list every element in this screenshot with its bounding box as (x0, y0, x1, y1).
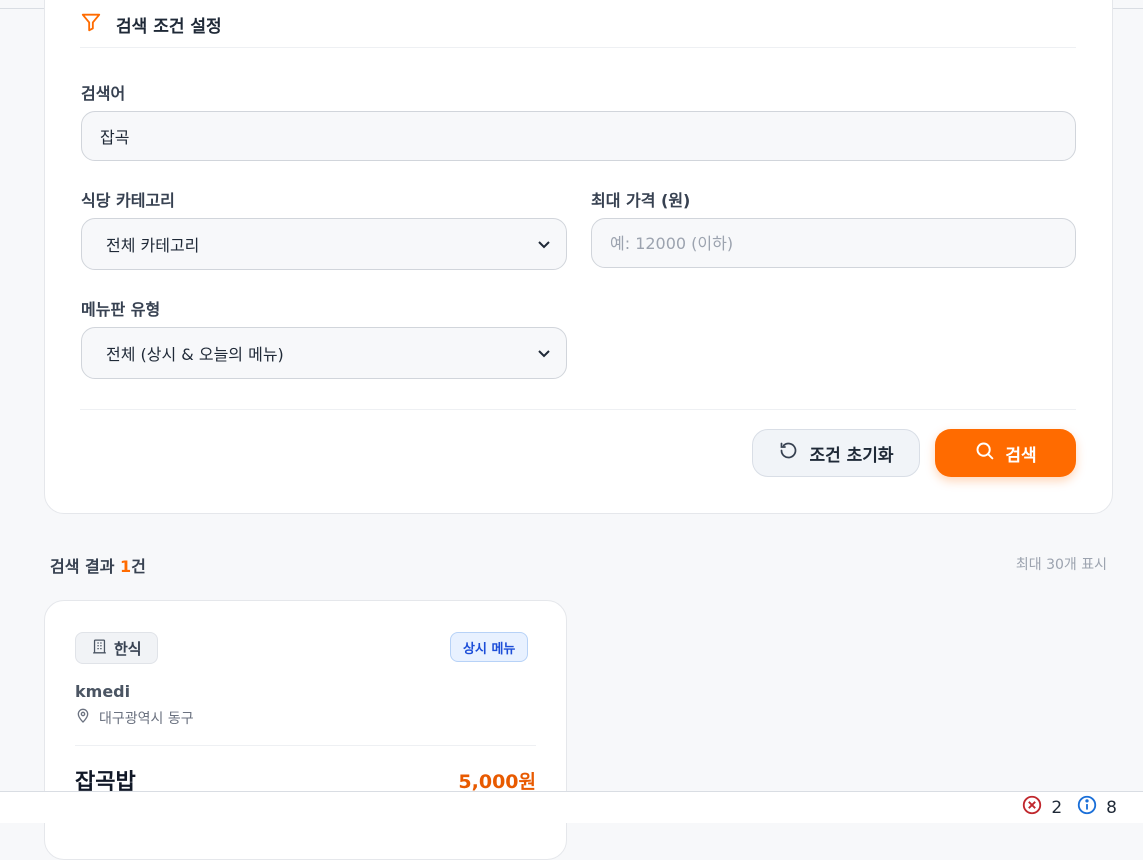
result-count-number: 1 (120, 557, 132, 576)
reset-button[interactable]: 조건 초기화 (752, 429, 920, 477)
category-badge: 한식 (75, 632, 158, 664)
card-divider (75, 745, 536, 746)
actions-divider (80, 409, 1076, 410)
category-label: 식당 카테고리 (81, 191, 175, 210)
keyword-input[interactable] (82, 112, 1075, 160)
restaurant-location-text: 대구광역시 동구 (99, 711, 194, 727)
menu-type-badge: 상시 메뉴 (450, 632, 529, 662)
category-selected-value: 전체 카테고리 (106, 236, 200, 255)
menu-type-label: 메뉴판 유형 (81, 300, 161, 319)
info-circle-icon (1076, 794, 1098, 821)
search-button[interactable]: 검색 (935, 429, 1076, 477)
map-pin-icon (75, 708, 91, 728)
price-label: 최대 가격 (원) (591, 191, 691, 210)
restaurant-name: kmedi (75, 682, 131, 701)
status-bar: 2 8 (0, 791, 1143, 823)
info-count: 8 (1106, 797, 1117, 818)
result-count-title: 검색 결과 1건 (50, 553, 146, 577)
panel-title: 검색 조건 설정 (80, 11, 222, 38)
result-limit-note: 최대 30개 표시 (1015, 557, 1107, 573)
panel-title-text: 검색 조건 설정 (116, 16, 222, 37)
menu-type-select[interactable]: 전체 (상시 & 오늘의 메뉴) (81, 327, 567, 379)
keyword-field[interactable] (81, 111, 1076, 161)
building-icon (91, 638, 108, 659)
price-input[interactable] (592, 219, 1075, 267)
filter-icon (80, 11, 102, 38)
restaurant-location: 대구광역시 동구 (75, 708, 194, 728)
search-button-label: 검색 (1005, 445, 1037, 466)
error-circle-icon (1021, 794, 1043, 821)
result-count-suffix: 건 (131, 557, 146, 576)
keyword-label: 검색어 (81, 84, 126, 103)
reset-icon (778, 440, 799, 466)
reset-button-label: 조건 초기화 (809, 445, 894, 466)
menu-type-selected-value: 전체 (상시 & 오늘의 메뉴) (106, 345, 284, 364)
category-select[interactable]: 전체 카테고리 (81, 218, 567, 270)
chevron-down-icon (536, 345, 552, 361)
category-badge-text: 한식 (114, 639, 142, 658)
menu-price: 5,000원 (458, 771, 536, 793)
chevron-down-icon (536, 236, 552, 252)
search-icon (974, 440, 995, 466)
result-count-prefix: 검색 결과 (50, 557, 121, 576)
price-field[interactable] (591, 218, 1076, 268)
info-count-indicator[interactable]: 8 (1076, 794, 1117, 821)
error-count-indicator[interactable]: 2 (1021, 794, 1062, 821)
error-count: 2 (1051, 797, 1063, 818)
panel-title-divider (80, 47, 1076, 48)
